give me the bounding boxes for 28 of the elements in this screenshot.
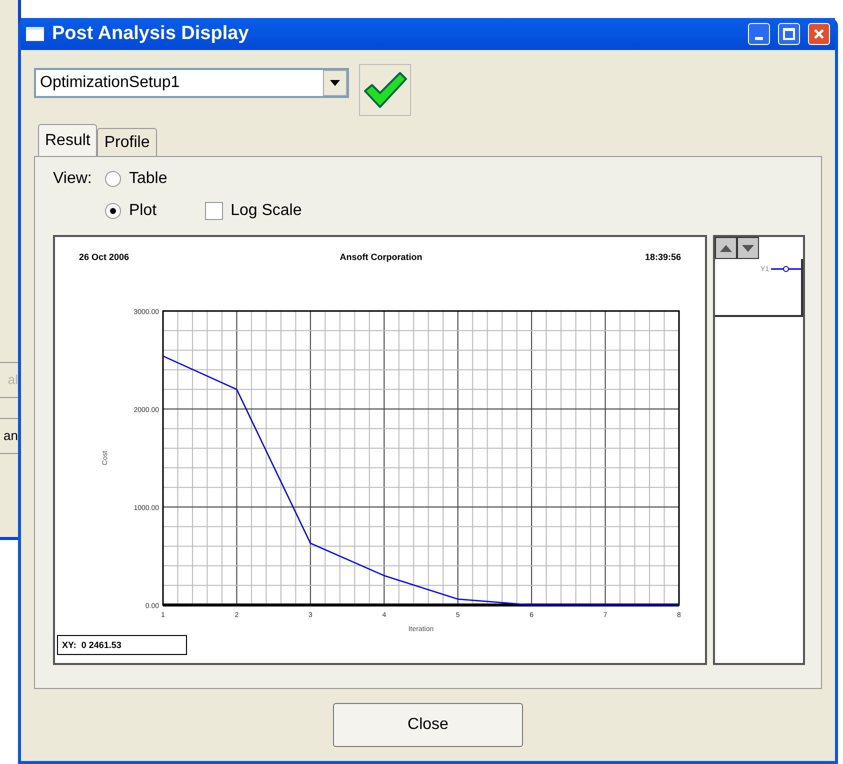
- maximize-button[interactable]: [778, 23, 800, 45]
- xy-readout: XY: 0 2461.53: [57, 635, 187, 655]
- plot-time: 18:39:56: [644, 252, 681, 262]
- checkmark-icon: [363, 71, 407, 109]
- checkbox[interactable]: [204, 202, 223, 220]
- checkbox-label: Log Scale: [230, 201, 302, 221]
- minimize-button[interactable]: [748, 23, 770, 45]
- radio-label: Plot: [129, 201, 157, 221]
- window-title: Post Analysis Display: [52, 22, 250, 46]
- window-icon: [26, 27, 44, 41]
- apply-button[interactable]: [359, 64, 411, 116]
- plot-date: 26 Oct 2006: [79, 252, 130, 262]
- close-dialog-button[interactable]: Close: [333, 703, 523, 747]
- down-arrow-icon: [742, 244, 754, 252]
- legend-line-icon: [771, 265, 801, 273]
- radio-label: Table: [129, 169, 168, 189]
- scroll-up-button[interactable]: [715, 237, 737, 259]
- tab[interactable]: Profile: [97, 128, 157, 156]
- close-icon: [813, 28, 825, 40]
- radio-button[interactable]: [105, 171, 121, 187]
- radio-button[interactable]: [105, 203, 121, 219]
- up-arrow-icon: [720, 244, 732, 252]
- setup-select[interactable]: OptimizationSetup1: [34, 68, 349, 98]
- tab[interactable]: Result: [38, 124, 98, 156]
- plot-company: Ansoft Corporation: [340, 252, 422, 262]
- scroll-down-button[interactable]: [737, 237, 759, 259]
- view-label: View:: [53, 169, 93, 189]
- close-button[interactable]: [808, 23, 830, 45]
